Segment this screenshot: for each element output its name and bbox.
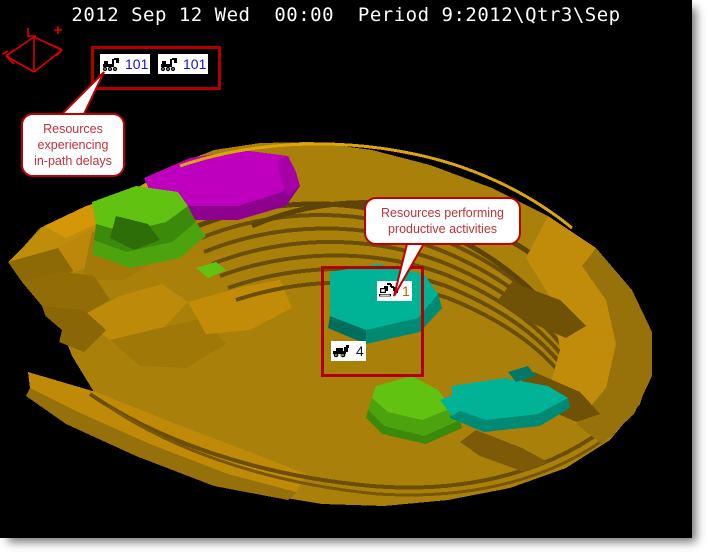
resource-count: 101	[183, 56, 207, 72]
pit-void-notch-2	[0, 202, 44, 234]
callout-line-2: experiencing	[37, 138, 109, 152]
haul-truck-icon	[101, 55, 125, 73]
callout-line-1: Resources performing	[381, 206, 504, 220]
3d-viewport[interactable]: 2012 Sep 12 Wed 00:00 Period 9:2012\Qtr3…	[0, 0, 692, 538]
loader-icon	[332, 342, 356, 360]
callout-in-path-delays: Resources experiencing in-path delays	[21, 113, 125, 177]
haul-truck-icon	[159, 55, 183, 73]
resource-chip-truck-a[interactable]: 101	[100, 54, 151, 74]
callout-line-3: in-path delays	[34, 154, 112, 168]
simulation-title-bar: 2012 Sep 12 Wed 00:00 Period 9:2012\Qtr3…	[71, 4, 621, 26]
callout-line-1: Resources	[43, 122, 103, 136]
resource-chip-truck-b[interactable]: 101	[158, 54, 209, 74]
resource-chip-loader[interactable]: 4	[331, 341, 366, 361]
screenshot-root: 2012 Sep 12 Wed 00:00 Period 9:2012\Qtr3…	[0, 0, 708, 552]
callout-productive-activities: Resources performing productive activiti…	[364, 197, 521, 245]
resource-count: 4	[356, 343, 364, 359]
resource-count: 101	[125, 56, 149, 72]
callout-line-2: productive activities	[387, 222, 498, 236]
